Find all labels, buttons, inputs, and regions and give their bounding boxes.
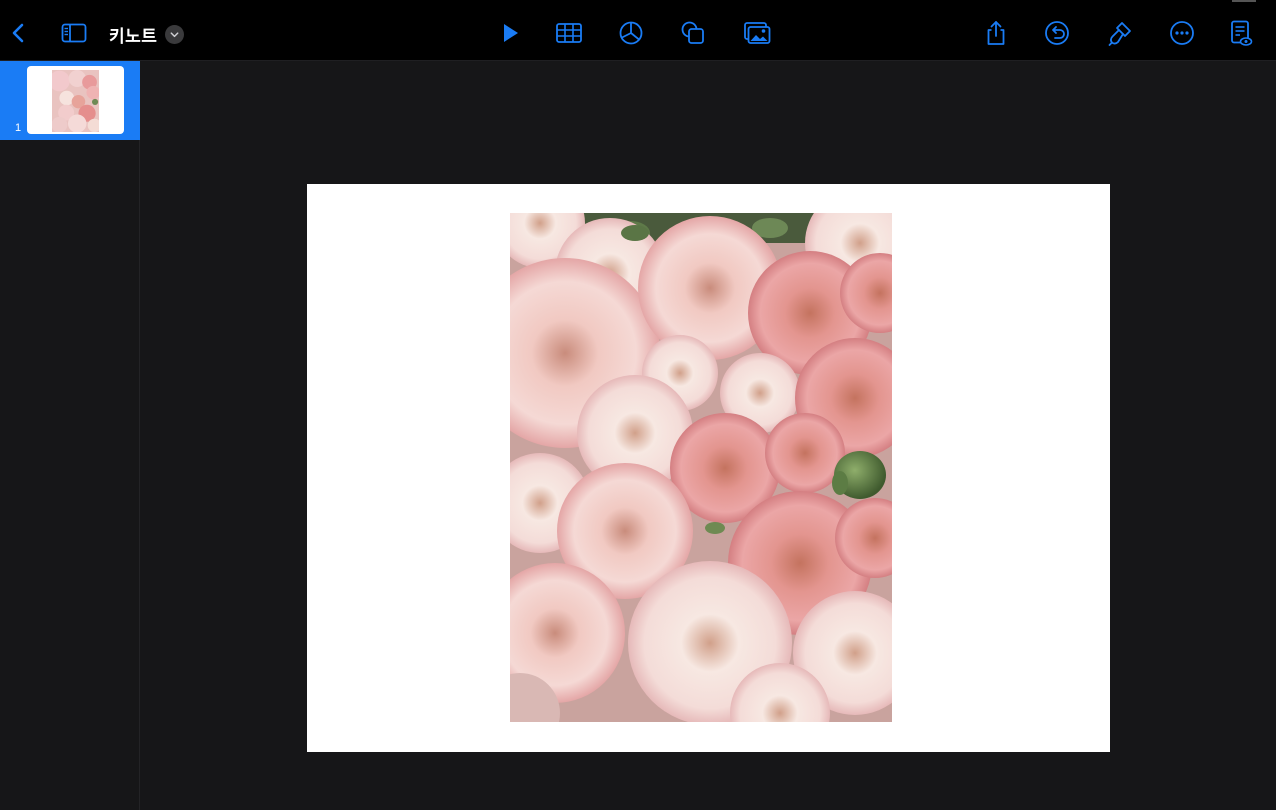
window-handle (1232, 0, 1256, 2)
presenter-notes-icon (1231, 20, 1253, 46)
shapes-icon (681, 21, 704, 44)
table-button[interactable] (551, 15, 587, 51)
undo-icon (1045, 21, 1069, 45)
media-icon (744, 22, 771, 44)
format-button[interactable] (1102, 15, 1138, 51)
sidebar-toggle-button[interactable] (56, 15, 92, 51)
toolbar: 키노트 (0, 0, 1276, 61)
back-button[interactable] (0, 15, 36, 51)
presenter-notes-button[interactable] (1222, 15, 1258, 51)
document-title[interactable]: 키노트 (109, 22, 157, 47)
play-icon (504, 24, 518, 42)
chart-button[interactable] (613, 15, 649, 51)
slide-1[interactable] (307, 184, 1110, 752)
title-menu-button[interactable] (165, 25, 184, 44)
chart-icon (619, 21, 643, 45)
share-icon (987, 21, 1005, 45)
more-button[interactable] (1164, 15, 1200, 51)
slide-canvas (141, 61, 1276, 810)
chevron-down-icon (170, 32, 179, 38)
undo-button[interactable] (1039, 15, 1075, 51)
play-button[interactable] (491, 15, 527, 51)
more-icon (1170, 21, 1194, 45)
format-brush-icon (1108, 22, 1131, 46)
flower-photo[interactable] (510, 213, 892, 722)
slide-navigator: 1 (0, 61, 140, 810)
chevron-left-icon (12, 23, 24, 43)
slide-thumbnail-1[interactable]: 1 (0, 61, 140, 140)
table-icon (556, 23, 582, 43)
thumbnail-flower-photo (52, 70, 99, 132)
share-button[interactable] (978, 15, 1014, 51)
slide-thumbnail-image (27, 66, 124, 134)
shapes-button[interactable] (675, 15, 711, 51)
slide-number: 1 (15, 122, 22, 134)
sidebar-toggle-icon (61, 23, 87, 43)
media-button[interactable] (739, 15, 775, 51)
